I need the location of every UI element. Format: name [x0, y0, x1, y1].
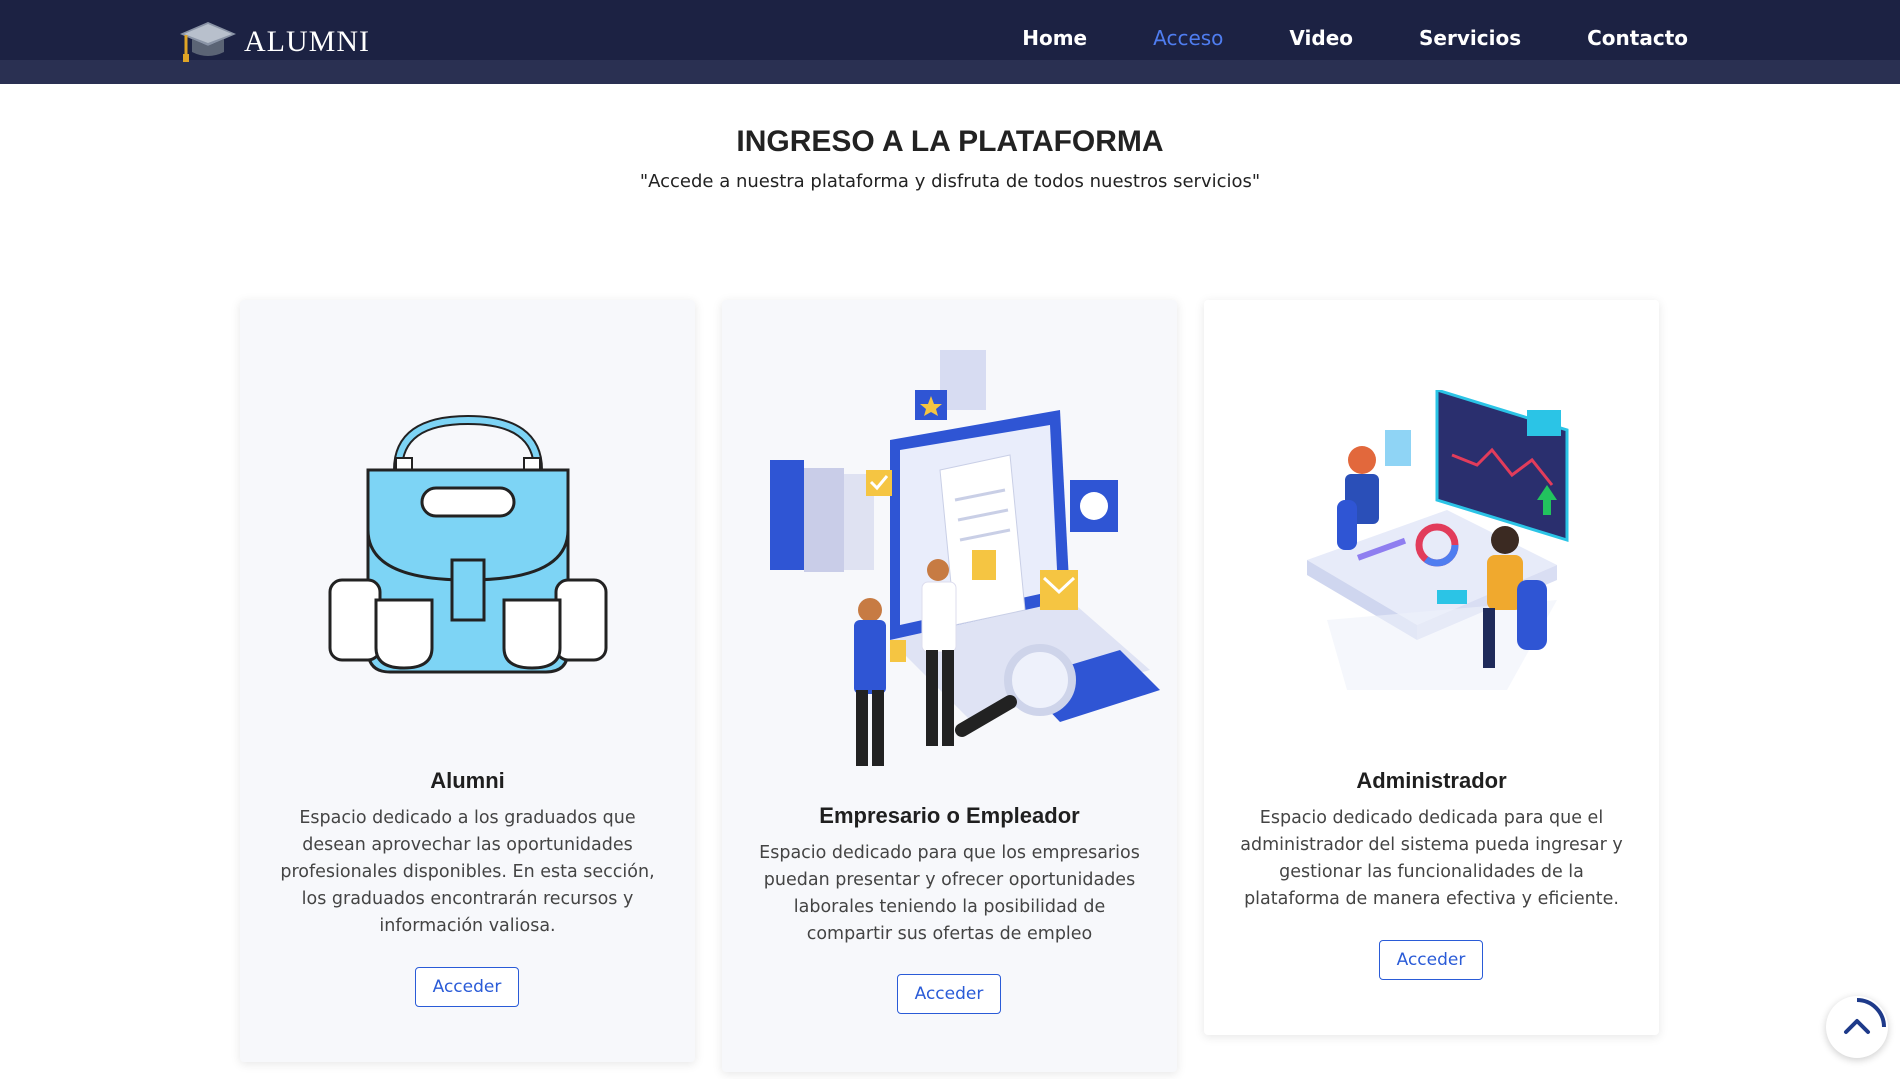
nav-contacto[interactable]: Contacto	[1587, 26, 1688, 50]
card-alumni: Alumni Espacio dedicado a los graduados …	[240, 300, 695, 1062]
chevron-up-icon	[1844, 998, 1886, 1034]
top-navbar: ALUMNI Home Acceso Video Servicios Conta…	[0, 0, 1900, 84]
nav-servicios[interactable]: Servicios	[1419, 26, 1521, 50]
section-title: INGRESO A LA PLATAFORMA	[736, 125, 1164, 158]
acceder-alumni-button[interactable]: Acceder	[415, 967, 519, 1007]
employer-illustration	[722, 350, 1177, 785]
scroll-top-button[interactable]	[1826, 996, 1888, 1058]
nav-acceso[interactable]: Acceso	[1153, 26, 1223, 50]
card-description: Espacio dedicado para que los empresario…	[759, 843, 1140, 944]
acceder-empresario-button[interactable]: Acceder	[897, 974, 1001, 1014]
card-description: Espacio dedicado a los graduados que des…	[280, 808, 655, 936]
brand-logo[interactable]: ALUMNI	[178, 18, 370, 66]
nav-video[interactable]: Video	[1289, 26, 1353, 50]
section-subtitle: "Accede a nuestra plataforma y disfruta …	[639, 171, 1261, 192]
card-title: Administrador	[1356, 768, 1507, 793]
admin-illustration	[1204, 387, 1659, 715]
nav-home[interactable]: Home	[1022, 26, 1087, 50]
card-title: Empresario o Empleador	[819, 803, 1080, 828]
card-empresario: Empresario o Empleador Espacio dedicado …	[722, 300, 1177, 1072]
card-description: Espacio dedicado dedicada para que el ad…	[1240, 808, 1623, 909]
backpack-illustration	[240, 410, 695, 685]
brand-name: ALUMNI	[244, 25, 370, 58]
main-nav: Home Acceso Video Servicios Contacto	[956, 26, 1688, 50]
card-title: Alumni	[430, 768, 505, 793]
card-administrador: Administrador Espacio dedicado dedicada …	[1204, 300, 1659, 1035]
acceder-administrador-button[interactable]: Acceder	[1379, 940, 1483, 980]
graduation-cap-icon	[180, 22, 236, 62]
